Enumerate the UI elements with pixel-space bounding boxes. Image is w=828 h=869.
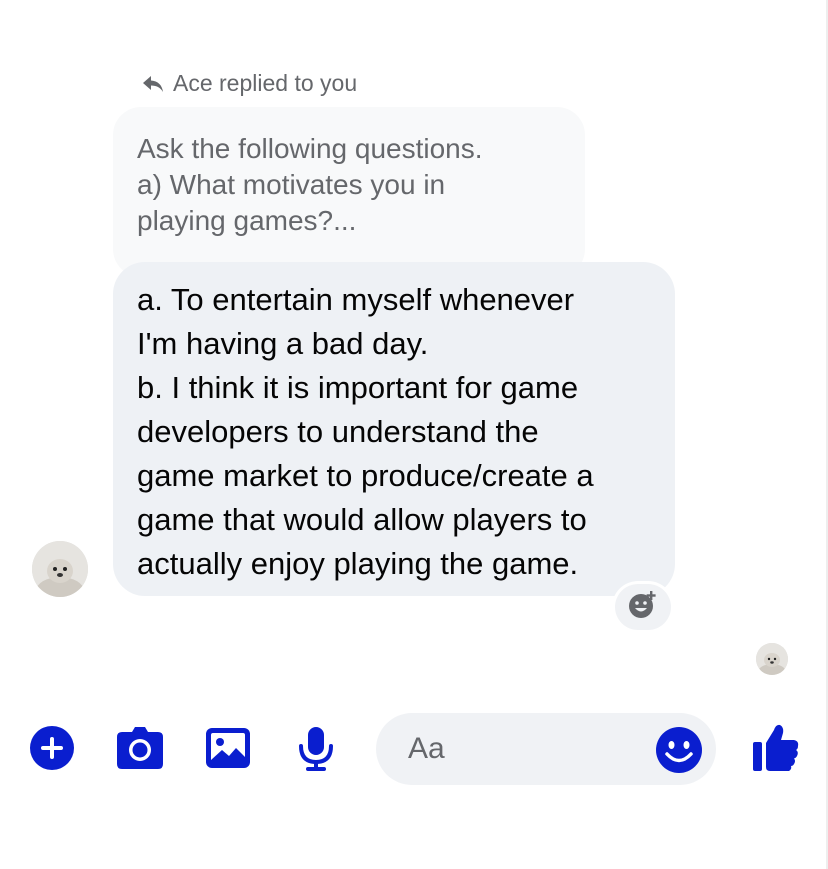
- reply-arrow-icon: [141, 74, 165, 94]
- add-reaction-button[interactable]: [615, 584, 671, 630]
- camera-icon: [116, 726, 164, 775]
- add-reaction-icon: [628, 590, 658, 625]
- quoted-message-bubble[interactable]: Ask the following questions. a) What mot…: [113, 107, 585, 277]
- quoted-message-text: Ask the following questions. a) What mot…: [137, 133, 483, 236]
- more-actions-button[interactable]: [30, 726, 74, 775]
- read-receipt-avatar: [756, 643, 788, 675]
- message-bubble[interactable]: a. To entertain myself whenever I'm havi…: [113, 262, 675, 596]
- image-icon: [205, 726, 251, 775]
- reply-indicator: Ace replied to you: [141, 70, 357, 97]
- reply-label-text: Ace replied to you: [173, 70, 358, 96]
- like-button[interactable]: [752, 722, 800, 777]
- avatar[interactable]: [32, 541, 88, 597]
- voice-message-button[interactable]: [298, 726, 334, 777]
- message-text: a. To entertain myself whenever I'm havi…: [137, 282, 594, 581]
- photo-gallery-button[interactable]: [205, 726, 251, 775]
- camera-button[interactable]: [116, 726, 164, 775]
- thumbs-up-icon: [752, 722, 800, 777]
- microphone-icon: [298, 726, 334, 777]
- emoji-icon: [656, 727, 702, 777]
- emoji-button[interactable]: [656, 727, 702, 773]
- messenger-thread: Ace replied to you Ask the following que…: [0, 0, 828, 869]
- plus-icon: [30, 726, 74, 775]
- message-input[interactable]: [406, 731, 640, 767]
